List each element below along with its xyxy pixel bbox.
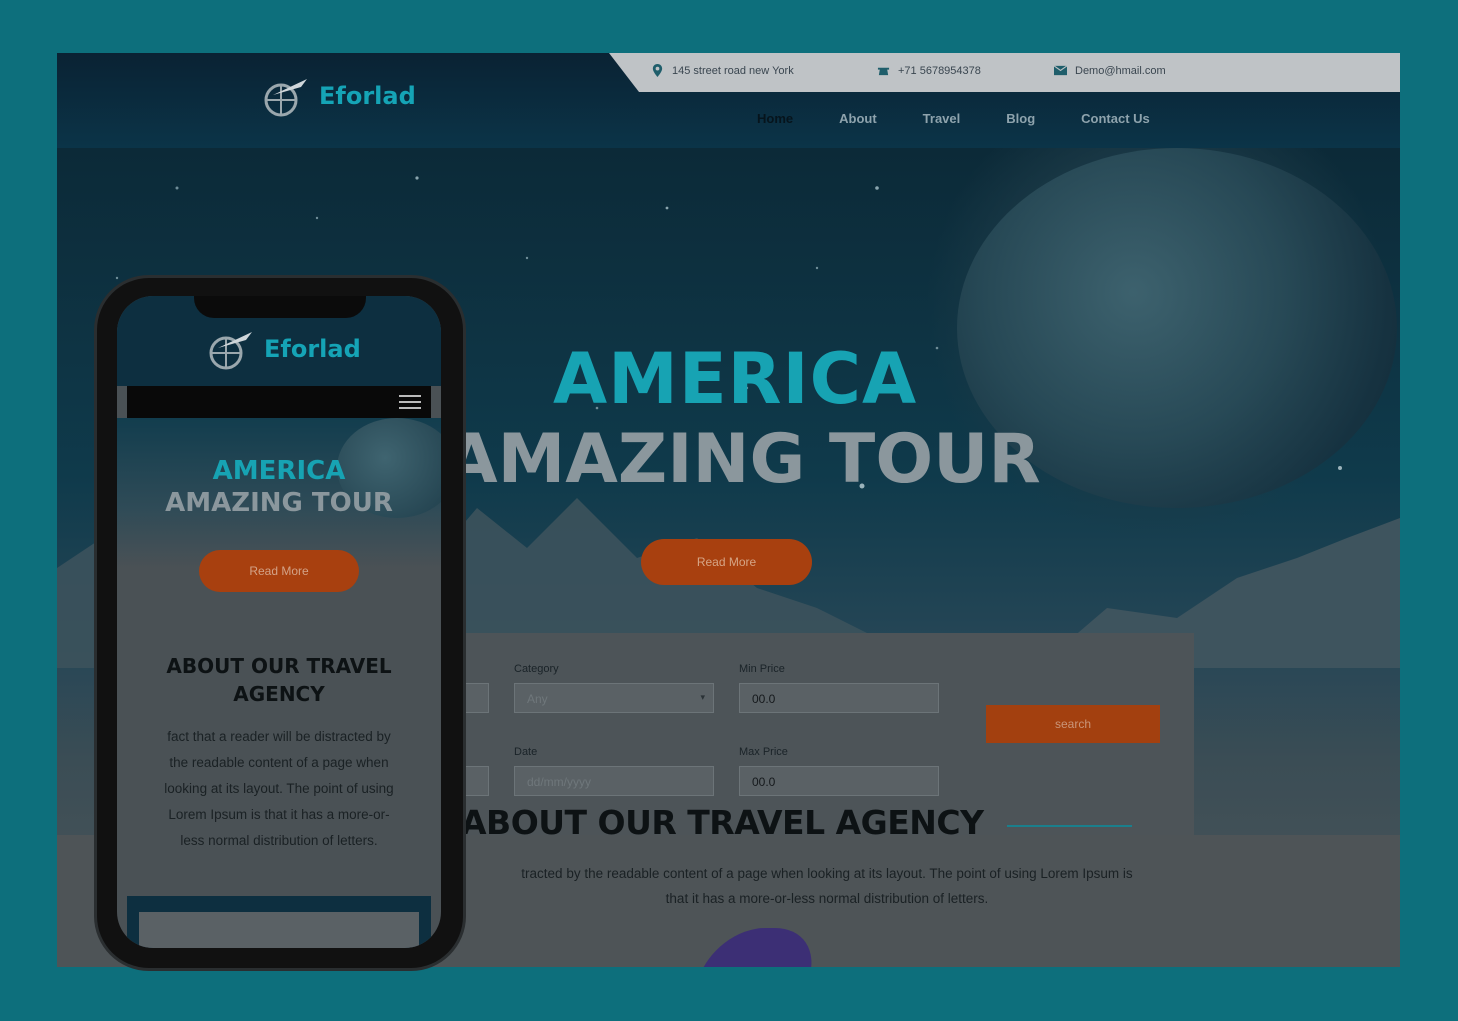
topbar-address: 145 street road new York <box>651 64 794 77</box>
topbar-email[interactable]: Demo@hmail.com <box>1054 64 1166 77</box>
phone-screen: Eforlad AMERICA AMAZING TOUR Read More A… <box>117 296 441 948</box>
about-title-underline <box>1007 825 1132 827</box>
mobile-read-more-button[interactable]: Read More <box>199 550 359 592</box>
mobile-about-line: Lorem Ipsum is that it has a more-or- <box>168 807 390 822</box>
mobile-hero-title-line1: AMERICA <box>212 456 346 486</box>
about-text-line: tracted by the readable content of a pag… <box>521 866 1133 881</box>
mobile-hero-title-line2: AMAZING TOUR <box>165 488 393 518</box>
nav-travel[interactable]: Travel <box>923 111 961 126</box>
mobile-about-title-line2: AGENCY <box>233 682 325 706</box>
about-text-line: that it has a more-or-less normal distri… <box>665 891 989 906</box>
site-header: 145 street road new York +71 5678954378 … <box>57 53 1400 148</box>
mail-icon <box>1054 65 1067 76</box>
mobile-about-line: fact that a reader will be distracted by <box>167 729 391 744</box>
category-select[interactable]: Any ▾ <box>514 683 714 713</box>
topbar-phone: +71 5678954378 <box>877 64 981 77</box>
site-logo[interactable]: Eforlad <box>257 73 416 119</box>
mobile-bottom-section <box>127 896 431 948</box>
search-button[interactable]: search <box>986 705 1160 743</box>
nav-contact-us[interactable]: Contact Us <box>1081 111 1150 126</box>
dropdown-caret-icon: ▾ <box>700 692 705 702</box>
about-title: ABOUT OUR TRAVEL AGENCY <box>461 803 984 842</box>
logo-globe-plane-icon <box>264 79 307 117</box>
hamburger-menu-icon[interactable] <box>399 395 421 410</box>
category-label: Category <box>514 663 559 675</box>
mobile-about-line: the readable content of a page when <box>169 755 389 770</box>
contact-topbar: 145 street road new York +71 5678954378 … <box>609 53 1400 92</box>
location-icon <box>652 64 663 77</box>
mobile-about-title-line1: ABOUT OUR TRAVEL <box>166 654 392 678</box>
phone-icon <box>877 67 890 76</box>
category-select-value: Any <box>527 692 548 706</box>
brand-name: Eforlad <box>319 82 416 110</box>
mobile-about-text: fact that a reader will be distracted by… <box>131 724 427 854</box>
min-price-label: Min Price <box>739 663 785 675</box>
mobile-about-line: less normal distribution of letters. <box>180 833 378 848</box>
date-label: Date <box>514 746 538 758</box>
email-text: Demo@hmail.com <box>1075 64 1166 77</box>
read-more-button[interactable]: Read More <box>641 539 812 585</box>
logo-globe-plane-icon <box>209 332 252 370</box>
mobile-navbar <box>127 386 431 418</box>
max-price-label: Max Price <box>739 746 788 758</box>
mobile-about-title: ABOUT OUR TRAVEL AGENCY <box>117 652 441 708</box>
phone-notch <box>194 296 366 318</box>
min-price-input[interactable]: 00.0 <box>739 683 939 713</box>
max-price-input[interactable]: 00.0 <box>739 766 939 796</box>
mobile-brand-name: Eforlad <box>264 335 361 363</box>
hero-title-line1: AMERICA <box>553 338 918 420</box>
nav-blog[interactable]: Blog <box>1006 111 1035 126</box>
phone-mockup: Eforlad AMERICA AMAZING TOUR Read More A… <box>97 278 463 968</box>
mobile-about-line: looking at its layout. The point of usin… <box>164 781 394 796</box>
address-text: 145 street road new York <box>672 64 794 77</box>
mobile-bottom-card <box>139 912 419 948</box>
date-input[interactable]: dd/mm/yyyy <box>514 766 714 796</box>
mobile-logo[interactable]: Eforlad <box>202 326 361 372</box>
about-text: tracted by the readable content of a pag… <box>457 861 1197 911</box>
nav-about[interactable]: About <box>839 111 877 126</box>
nav-home[interactable]: Home <box>757 111 793 126</box>
main-nav: Home About Travel Blog Contact Us <box>757 111 1150 126</box>
hero-title-line2: AMAZING TOUR <box>445 420 1041 499</box>
phone-text: +71 5678954378 <box>898 64 981 77</box>
